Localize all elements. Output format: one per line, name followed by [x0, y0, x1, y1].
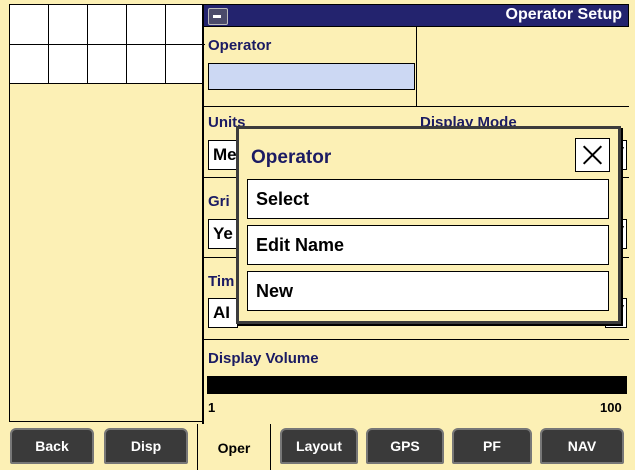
tab-gps[interactable]: GPS — [366, 428, 444, 464]
grid-label: Gri — [208, 193, 230, 210]
divider — [416, 27, 417, 106]
volume-max-label: 100 — [600, 400, 622, 415]
divider — [203, 106, 629, 107]
tab-pf[interactable]: PF — [452, 428, 532, 464]
left-panel — [9, 84, 203, 422]
grid-cell[interactable] — [88, 45, 127, 85]
page-title: Operator Setup — [505, 6, 622, 23]
grid-cell[interactable] — [10, 45, 49, 85]
close-icon[interactable] — [575, 138, 610, 172]
grid-cell[interactable] — [166, 5, 205, 45]
display-volume-label: Display Volume — [208, 350, 319, 367]
grid-cell[interactable] — [10, 5, 49, 45]
edit-name-button[interactable]: Edit Name — [247, 225, 609, 265]
operator-field[interactable] — [208, 63, 415, 90]
monitor-icon — [208, 8, 228, 25]
tab-layout[interactable]: Layout — [280, 428, 358, 464]
grid-cell[interactable] — [166, 45, 205, 85]
tab-disp[interactable]: Disp — [104, 428, 188, 464]
time-dropdown[interactable]: AI — [208, 298, 238, 328]
divider — [203, 339, 629, 340]
tab-nav[interactable]: NAV — [540, 428, 624, 464]
tab-bar: Back Disp Oper Layout GPS PF NAV — [0, 424, 635, 470]
select-button[interactable]: Select — [247, 179, 609, 219]
volume-min-label: 1 — [208, 400, 216, 415]
grid-cell[interactable] — [127, 5, 166, 45]
dialog-title: Operator — [251, 147, 332, 168]
units-dropdown[interactable]: Me — [208, 140, 238, 170]
grid-cell[interactable] — [49, 5, 88, 45]
divider — [202, 4, 204, 424]
volume-slider[interactable] — [207, 376, 627, 394]
operator-label: Operator — [208, 37, 272, 54]
grid-cell[interactable] — [127, 45, 166, 85]
new-button[interactable]: New — [247, 271, 609, 311]
grid-cell[interactable] — [49, 45, 88, 85]
header-bar: Operator Setup — [203, 4, 629, 27]
operator-dialog: Operator Select Edit Name New — [236, 126, 621, 324]
tab-back[interactable]: Back — [10, 428, 94, 464]
layout-grid — [9, 4, 205, 85]
time-label: Tim — [208, 273, 235, 290]
grid-cell[interactable] — [88, 5, 127, 45]
tab-oper[interactable]: Oper — [197, 424, 271, 470]
grid-dropdown[interactable]: Ye — [208, 219, 238, 249]
